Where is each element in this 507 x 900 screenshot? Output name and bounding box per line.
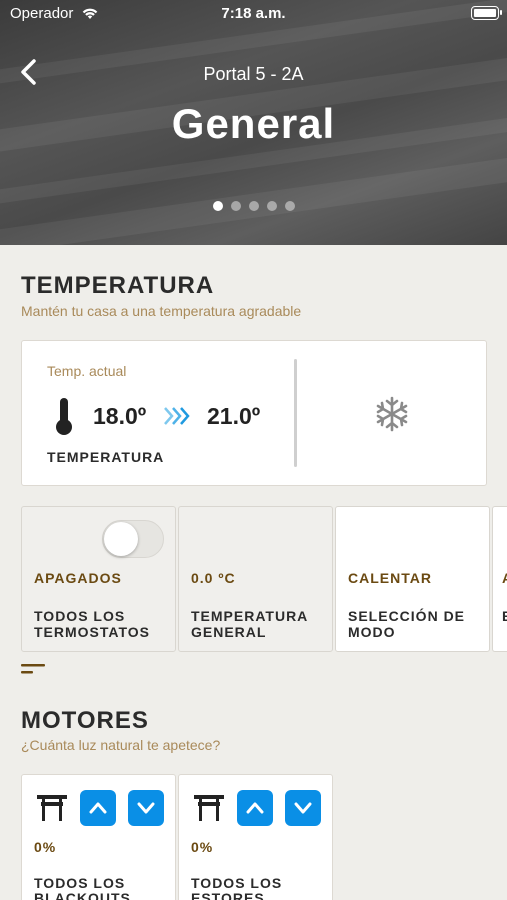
thermostats-toggle[interactable] [102, 520, 164, 558]
page-dot[interactable] [248, 201, 259, 211]
tile-label: TEMPERATURA GENERAL [191, 608, 308, 640]
blind-down-button[interactable] [128, 790, 164, 826]
chevron-down-icon [294, 802, 312, 814]
motors-section-title: MOTORES [21, 707, 149, 734]
thermostat-name: TEMPERATURA [47, 449, 165, 465]
motor-label: TODOS LOS BLACKOUTS [34, 875, 131, 900]
all-thermostats-tile[interactable]: APAGADOS TODOS LOS TERMOSTATOS [21, 506, 176, 652]
chevrons-right-icon [164, 407, 190, 425]
status-time: 7:18 a.m. [221, 5, 286, 22]
tile-value: 0.0 ºC [191, 570, 236, 586]
battery-icon [471, 6, 502, 20]
motors-section-subtitle: ¿Cuánta luz natural te apetece? [21, 737, 221, 753]
page-dot[interactable] [230, 201, 241, 211]
blind-percent: 0% [34, 839, 57, 855]
tile-value: CALENTAR [348, 570, 432, 586]
temperature-section-title: TEMPERATURA [21, 272, 215, 299]
estores-card[interactable]: 0% TODOS LOS ESTORES [178, 774, 333, 900]
tile-value: A [502, 570, 507, 586]
blind-up-button[interactable] [80, 790, 116, 826]
thermometer-icon [56, 398, 72, 435]
mode-selection-tile[interactable]: CALENTAR SELECCIÓN DE MODO [335, 506, 490, 652]
tile-value: APAGADOS [34, 570, 122, 586]
status-bar: Operador 7:18 a.m. [0, 0, 507, 28]
current-temperature: 18.0º [93, 403, 147, 429]
blind-down-button[interactable] [285, 790, 321, 826]
current-temp-label: Temp. actual [47, 363, 127, 379]
location-subtitle: Portal 5 - 2A [203, 64, 304, 84]
header-banner: Operador 7:18 a.m. Portal 5 - 2A General [0, 0, 507, 245]
tile-label: TODOS LOS TERMOSTATOS [34, 608, 150, 640]
page-dot[interactable] [284, 201, 295, 211]
blind-up-button[interactable] [237, 790, 273, 826]
blackouts-card[interactable]: 0% TODOS LOS BLACKOUTS [21, 774, 176, 900]
page-dot[interactable] [266, 201, 277, 211]
page-indicator[interactable] [0, 201, 507, 211]
toggle-knob [104, 522, 138, 556]
chevron-up-icon [89, 802, 107, 814]
tile-label: SELECCIÓN DE MODO [348, 608, 466, 640]
motor-label: TODOS LOS ESTORES [191, 875, 283, 900]
partial-tile[interactable]: A E [492, 506, 507, 652]
blind-icon [37, 795, 67, 821]
page-dot[interactable] [212, 201, 223, 211]
thermostat-card[interactable]: Temp. actual 18.0º 21.0º TEMPERATURA [21, 340, 487, 486]
chevron-down-icon [137, 802, 155, 814]
scroll-indicator-icon [21, 664, 45, 674]
card-divider [294, 359, 297, 467]
snowflake-icon[interactable] [374, 396, 410, 432]
general-temperature-tile[interactable]: 0.0 ºC TEMPERATURA GENERAL [178, 506, 333, 652]
blind-percent: 0% [191, 839, 214, 855]
blind-icon [194, 795, 224, 821]
temperature-section-subtitle: Mantén tu casa a una temperatura agradab… [21, 303, 302, 319]
page-title: General [171, 100, 336, 147]
target-temperature: 21.0º [207, 403, 261, 429]
chevron-up-icon [246, 802, 264, 814]
tile-label: E [502, 608, 507, 624]
